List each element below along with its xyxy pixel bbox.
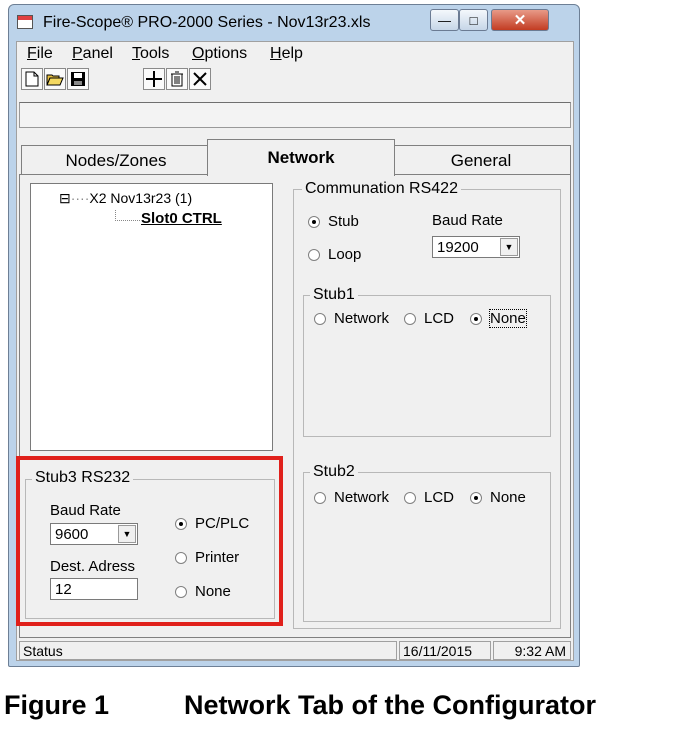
stub-radio[interactable]: Stub bbox=[308, 213, 359, 230]
status-date: 16/11/2015 bbox=[399, 641, 491, 660]
stub1-group: Stub1 Network LCD None bbox=[303, 286, 551, 437]
stub1-title: Stub1 bbox=[310, 286, 358, 304]
radio-icon bbox=[175, 585, 187, 598]
tree-root-item[interactable]: ⊟····X2 Nov13r23 (1) bbox=[59, 190, 192, 207]
plus-icon[interactable] bbox=[143, 68, 165, 90]
figure-number: Figure 1 bbox=[4, 690, 110, 720]
node-tree[interactable]: ⊟····X2 Nov13r23 (1) Slot0 CTRL bbox=[30, 183, 273, 451]
status-time: 9:32 AM bbox=[493, 641, 571, 660]
radio-icon bbox=[314, 312, 326, 325]
tree-root-label: X2 Nov13r23 (1) bbox=[89, 190, 193, 206]
stub2-title: Stub2 bbox=[310, 463, 358, 481]
dest-address-input[interactable]: 12 bbox=[50, 578, 138, 600]
figure-title: Network Tab of the Configurator bbox=[184, 690, 596, 720]
baud-rate-label: Baud Rate bbox=[432, 212, 503, 229]
status-bar: Status 16/11/2015 9:32 AM bbox=[17, 639, 573, 660]
tab-network[interactable]: Network bbox=[207, 139, 395, 176]
radio-icon bbox=[175, 551, 187, 564]
toolbar bbox=[21, 66, 561, 92]
chevron-down-icon[interactable]: ▼ bbox=[118, 525, 136, 543]
stub2-none-radio[interactable]: None bbox=[470, 489, 526, 506]
communication-title: Communation RS422 bbox=[302, 180, 461, 198]
menu-tools[interactable]: Tools bbox=[132, 45, 169, 63]
title-bar[interactable]: Fire-Scope® PRO-2000 Series - Nov13r23.x… bbox=[9, 5, 579, 41]
stub2-network-radio[interactable]: Network bbox=[314, 489, 389, 506]
stub3-none-radio[interactable]: None bbox=[175, 583, 231, 600]
tree-expand-icon[interactable]: ⊟ bbox=[59, 190, 71, 206]
stub1-none-radio[interactable]: None bbox=[470, 309, 527, 328]
stub1-lcd-radio[interactable]: LCD bbox=[404, 310, 454, 327]
open-folder-icon[interactable] bbox=[44, 68, 66, 90]
dest-address-label: Dest. Adress bbox=[50, 558, 136, 575]
minimize-button[interactable]: — bbox=[430, 9, 459, 31]
stub3-baud-label: Baud Rate bbox=[50, 502, 121, 519]
tree-branch-line bbox=[115, 210, 140, 221]
window-title: Fire-Scope® PRO-2000 Series - Nov13r23.x… bbox=[43, 14, 371, 31]
radio-selected-icon bbox=[470, 312, 482, 325]
status-text: Status bbox=[19, 641, 397, 660]
menu-options[interactable]: Options bbox=[192, 45, 247, 63]
stub3-group: Stub3 RS232 Baud Rate 9600 ▼ Dest. Adres… bbox=[25, 469, 275, 619]
stub2-group: Stub2 Network LCD None bbox=[303, 463, 551, 622]
loop-radio[interactable]: Loop bbox=[308, 246, 361, 263]
stub3-highlight: Stub3 RS232 Baud Rate 9600 ▼ Dest. Adres… bbox=[16, 456, 283, 626]
new-file-icon[interactable] bbox=[21, 68, 43, 90]
printer-radio[interactable]: Printer bbox=[175, 549, 239, 566]
radio-icon bbox=[404, 491, 416, 504]
app-icon bbox=[17, 15, 33, 29]
tree-child-item[interactable]: Slot0 CTRL bbox=[141, 210, 222, 227]
pc-plc-radio[interactable]: PC/PLC bbox=[175, 515, 249, 532]
save-disk-icon[interactable] bbox=[67, 68, 89, 90]
menu-panel[interactable]: Panel bbox=[72, 45, 113, 63]
radio-icon bbox=[404, 312, 416, 325]
maximize-button[interactable]: □ bbox=[459, 9, 488, 31]
tab-general[interactable]: General bbox=[391, 145, 571, 175]
menu-bar: File Panel Tools Options Help bbox=[17, 42, 573, 64]
radio-icon bbox=[308, 248, 320, 261]
menu-file[interactable]: File bbox=[27, 45, 53, 63]
trash-icon[interactable] bbox=[166, 68, 188, 90]
tab-nodes-zones[interactable]: Nodes/Zones bbox=[21, 145, 211, 175]
x-icon[interactable] bbox=[189, 68, 211, 90]
chevron-down-icon[interactable]: ▼ bbox=[500, 238, 518, 256]
stub1-network-radio[interactable]: Network bbox=[314, 310, 389, 327]
tab-strip: Nodes/Zones Network General bbox=[17, 139, 573, 176]
menu-help[interactable]: Help bbox=[270, 45, 303, 63]
close-button[interactable]: ✕ bbox=[491, 9, 549, 31]
radio-icon bbox=[314, 491, 326, 504]
baud-rate-select[interactable]: 19200 ▼ bbox=[432, 236, 520, 258]
tree-connector: ···· bbox=[70, 190, 90, 206]
stub2-lcd-radio[interactable]: LCD bbox=[404, 489, 454, 506]
radio-selected-icon bbox=[470, 491, 482, 504]
stub3-title: Stub3 RS232 bbox=[32, 469, 134, 487]
path-field[interactable] bbox=[19, 102, 571, 128]
communication-group: Communation RS422 Stub Loop Baud Rate 19… bbox=[293, 180, 561, 629]
figure-caption: Figure 1 Network Tab of the Configurator bbox=[4, 690, 596, 721]
radio-selected-icon bbox=[175, 517, 187, 530]
radio-selected-icon bbox=[308, 215, 320, 228]
stub3-baud-select[interactable]: 9600 ▼ bbox=[50, 523, 138, 545]
